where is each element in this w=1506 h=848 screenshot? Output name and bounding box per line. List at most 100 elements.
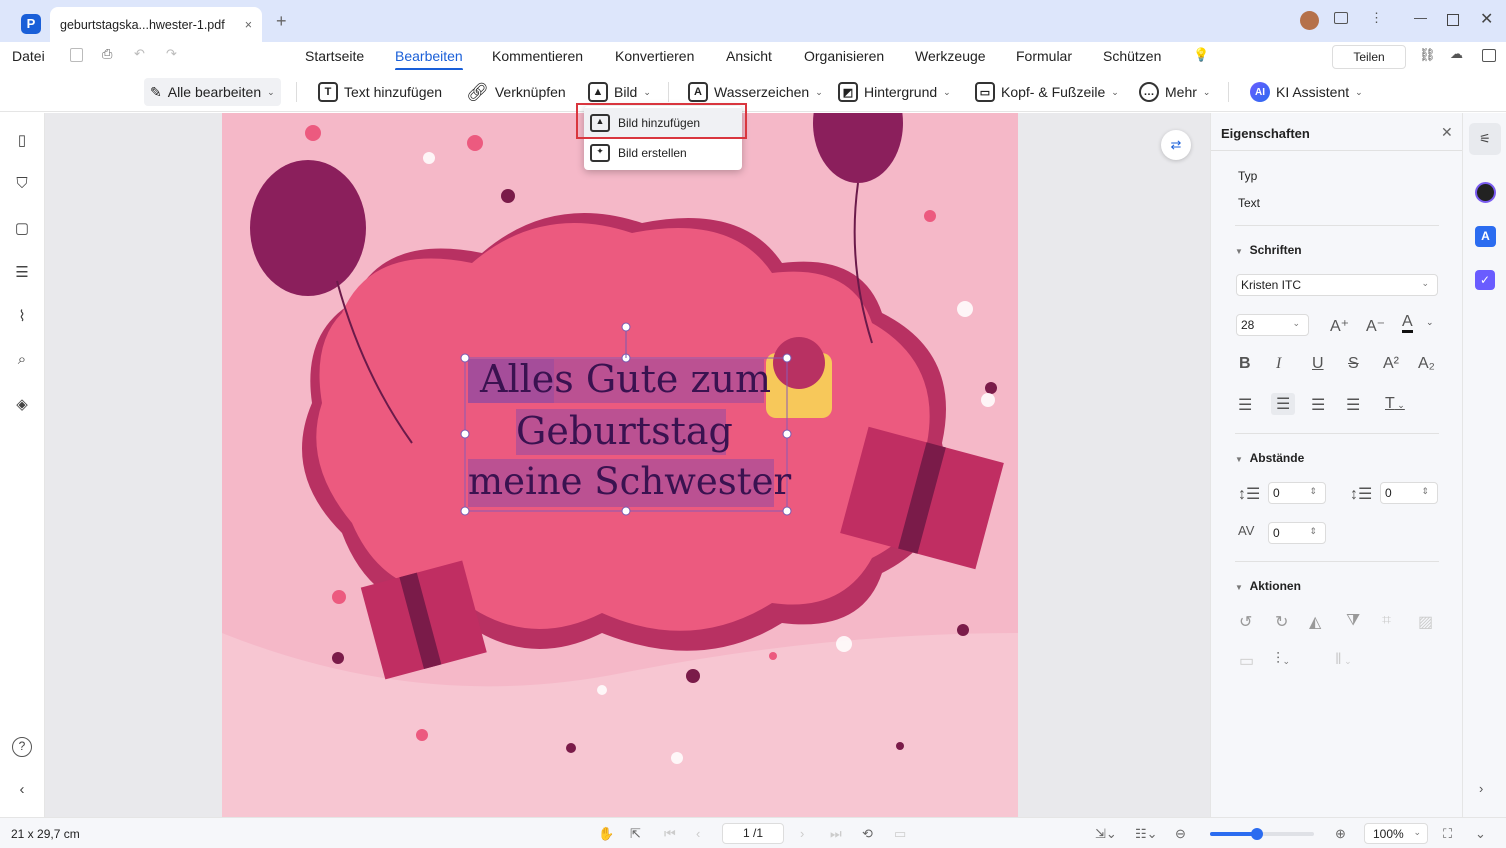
- zoom-slider-handle[interactable]: [1250, 828, 1263, 840]
- select-mode-icon[interactable]: ⇲⌄: [1095, 826, 1117, 842]
- comment-icon[interactable]: ▢: [13, 219, 31, 237]
- more-vertical-icon[interactable]: ⋮: [1370, 10, 1383, 26]
- font-size-select[interactable]: 28 ⌄: [1236, 314, 1309, 336]
- menu-item-create-image[interactable]: ✦ Bild erstellen: [584, 138, 742, 168]
- watermark-button[interactable]: A Wasserzeichen ⌄: [688, 78, 823, 106]
- rotate-right-icon[interactable]: ↻: [1275, 612, 1288, 632]
- last-page-icon[interactable]: ⏭: [830, 826, 842, 842]
- align-right-icon[interactable]: ☰: [1311, 395, 1325, 415]
- rotate-left-icon[interactable]: ↺: [1239, 612, 1252, 632]
- redo-icon[interactable]: ↷: [166, 46, 177, 62]
- translate-page-icon[interactable]: ⇄: [1161, 130, 1191, 160]
- background-button[interactable]: ◩ Hintergrund ⌄: [838, 78, 951, 106]
- tab-kommentieren[interactable]: Kommentieren: [492, 48, 583, 64]
- attachment-icon[interactable]: ⌇: [13, 307, 31, 325]
- link-button[interactable]: 🔗︎ Verknüpfen: [466, 78, 566, 106]
- tab-werkzeuge[interactable]: Werkzeuge: [915, 48, 986, 64]
- zoom-out-icon[interactable]: ⊖: [1175, 826, 1186, 842]
- flow-icon[interactable]: ⛓: [1419, 47, 1436, 63]
- zoom-select[interactable]: 100% ⌄: [1364, 823, 1428, 844]
- search-icon[interactable]: ⌕: [13, 351, 31, 369]
- font-color-caret-icon[interactable]: ⌄: [1426, 317, 1434, 328]
- image-button[interactable]: ▲ Bild ⌄: [588, 78, 651, 106]
- superscript-icon[interactable]: A²: [1383, 355, 1399, 373]
- align-objects-icon[interactable]: ⫶ ⌄: [1276, 651, 1290, 669]
- undo-icon[interactable]: ↶: [134, 46, 145, 62]
- spacing-section-header[interactable]: ▼ Abstände: [1235, 451, 1304, 465]
- decrease-font-icon[interactable]: A⁻: [1366, 316, 1385, 336]
- first-page-icon[interactable]: ⏮: [664, 826, 676, 842]
- bookmark-icon[interactable]: ⛉: [13, 175, 31, 193]
- file-menu[interactable]: Datei: [12, 48, 45, 64]
- align-left-icon[interactable]: ☰: [1238, 395, 1252, 415]
- tab-startseite[interactable]: Startseite: [305, 48, 364, 64]
- layers-icon[interactable]: ◈: [13, 395, 31, 413]
- italic-icon[interactable]: I: [1276, 355, 1281, 373]
- page-number-input[interactable]: 1 /1: [722, 823, 784, 844]
- task-check-icon[interactable]: ✓: [1475, 270, 1495, 290]
- justify-icon[interactable]: ☰: [1346, 395, 1360, 415]
- hand-tool-icon[interactable]: ✋: [598, 826, 614, 842]
- add-text-button[interactable]: T Text hinzufügen: [318, 78, 442, 106]
- text-line-2[interactable]: Geburtstag: [516, 409, 733, 453]
- close-panel-icon[interactable]: ✕: [1441, 124, 1453, 141]
- page-layout-icon[interactable]: ☷⌄: [1135, 826, 1158, 842]
- strikethrough-icon[interactable]: S: [1348, 355, 1359, 373]
- message-icon[interactable]: [1334, 12, 1348, 24]
- text-line-3[interactable]: meine Schwester: [468, 460, 791, 503]
- tab-konvertieren[interactable]: Konvertieren: [615, 48, 694, 64]
- font-color-icon[interactable]: A: [1402, 314, 1413, 333]
- zoom-slider[interactable]: [1210, 828, 1314, 840]
- translate-icon[interactable]: A: [1475, 226, 1496, 247]
- cloud-upload-icon[interactable]: ☁: [1450, 46, 1463, 62]
- actions-section-header[interactable]: ▼ Aktionen: [1235, 579, 1301, 593]
- character-spacing-input[interactable]: 0 ⇕: [1268, 522, 1326, 544]
- tab-ansicht[interactable]: Ansicht: [726, 48, 772, 64]
- expand-right-icon[interactable]: ›: [1479, 781, 1483, 796]
- page-thumbnail-icon[interactable]: ▯: [13, 131, 31, 149]
- properties-icon[interactable]: ⚟: [1469, 123, 1501, 155]
- header-footer-button[interactable]: ▭ Kopf- & Fußzeile ⌄: [975, 78, 1119, 106]
- close-window-icon[interactable]: ✕: [1480, 9, 1493, 29]
- new-tab-button[interactable]: +: [276, 11, 287, 32]
- rotate-view-icon[interactable]: ⟲: [862, 826, 873, 842]
- print-icon[interactable]: ⎙: [102, 46, 112, 62]
- flip-horizontal-icon[interactable]: ◭: [1309, 612, 1321, 632]
- tab-bearbeiten[interactable]: Bearbeiten: [395, 48, 463, 71]
- increase-font-icon[interactable]: A⁺: [1330, 316, 1349, 336]
- edit-all-button[interactable]: ✎ Alle bearbeiten ⌄: [144, 78, 281, 106]
- next-page-icon[interactable]: ›: [800, 826, 804, 841]
- paragraph-spacing-input[interactable]: 0 ⇕: [1380, 482, 1438, 504]
- help-icon[interactable]: ?: [12, 737, 32, 757]
- text-line-1[interactable]: Alles Gute zum: [480, 357, 771, 401]
- font-select[interactable]: Kristen ITC ⌄: [1236, 274, 1438, 296]
- document-tab[interactable]: geburtstagska...hwester-1.pdf ×: [50, 7, 262, 42]
- tab-organisieren[interactable]: Organisieren: [804, 48, 884, 64]
- close-tab-icon[interactable]: ×: [245, 18, 252, 32]
- select-tool-icon[interactable]: ⇱: [630, 826, 641, 842]
- collapse-left-icon[interactable]: ‹: [13, 781, 31, 799]
- subscript-icon[interactable]: A₂: [1418, 355, 1435, 373]
- flip-vertical-icon[interactable]: ⧩: [1346, 612, 1360, 630]
- fonts-section-header[interactable]: ▼ Schriften: [1235, 243, 1302, 257]
- save-icon[interactable]: [70, 48, 83, 62]
- ai-robot-icon[interactable]: [1475, 182, 1496, 203]
- share-button[interactable]: Teilen: [1332, 45, 1406, 69]
- ai-assistant-button[interactable]: AI KI Assistent ⌄: [1250, 78, 1363, 106]
- scroll-down-icon[interactable]: ⌄: [1475, 826, 1486, 842]
- text-direction-icon[interactable]: T ⌄: [1385, 395, 1405, 413]
- panel-toggle-icon[interactable]: [1482, 49, 1496, 62]
- previous-page-icon[interactable]: ‹: [696, 826, 700, 841]
- fit-icon[interactable]: ▭: [894, 826, 906, 842]
- bold-icon[interactable]: B: [1239, 355, 1251, 373]
- line-spacing-input[interactable]: 0 ⇕: [1268, 482, 1326, 504]
- minimize-icon[interactable]: —: [1414, 10, 1427, 25]
- maximize-icon[interactable]: [1447, 14, 1459, 26]
- avatar[interactable]: [1300, 11, 1319, 30]
- underline-icon[interactable]: U: [1312, 355, 1324, 373]
- fullscreen-icon[interactable]: ⛶: [1443, 826, 1452, 842]
- tab-formular[interactable]: Formular: [1016, 48, 1072, 64]
- lightbulb-icon[interactable]: 💡: [1193, 47, 1209, 63]
- pdf-page[interactable]: Alles Gute zum Geburtstag meine Schweste…: [222, 113, 1018, 817]
- fields-icon[interactable]: ☰: [13, 263, 31, 281]
